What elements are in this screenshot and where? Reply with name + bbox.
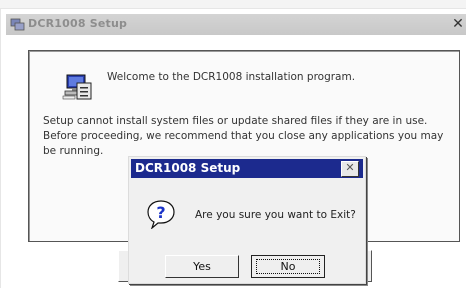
setup-computer-icon — [62, 74, 92, 100]
window-title: DCR1008 Setup — [28, 17, 128, 30]
no-button-label: No — [280, 260, 296, 273]
yes-button-label: Yes — [193, 260, 211, 273]
dialog-titlebar: DCR1008 Setup ✕ — [131, 159, 363, 178]
warning-line-2: Before proceeding, we recommend that you… — [43, 130, 444, 142]
setup-app-icon — [10, 18, 25, 31]
yes-button[interactable]: Yes — [165, 255, 239, 278]
window-titlebar: DCR1008 Setup ✕ — [6, 14, 466, 35]
setup-warning-text: Setup cannot install system files or upd… — [43, 114, 453, 159]
welcome-text: Welcome to the DCR1008 installation prog… — [107, 71, 356, 83]
dialog-message: Are you sure you want to Exit? — [195, 209, 356, 221]
exit-confirm-dialog: DCR1008 Setup ✕ ? Are you sure you want … — [128, 156, 366, 284]
question-icon: ? — [147, 200, 175, 229]
dialog-title: DCR1008 Setup — [135, 161, 241, 175]
no-button[interactable]: No — [251, 255, 325, 278]
svg-text:?: ? — [156, 203, 165, 222]
warning-line-1: Setup cannot install system files or upd… — [43, 115, 428, 127]
dialog-close-icon[interactable]: ✕ — [341, 161, 359, 177]
window-close-icon[interactable]: ✕ — [450, 15, 466, 31]
